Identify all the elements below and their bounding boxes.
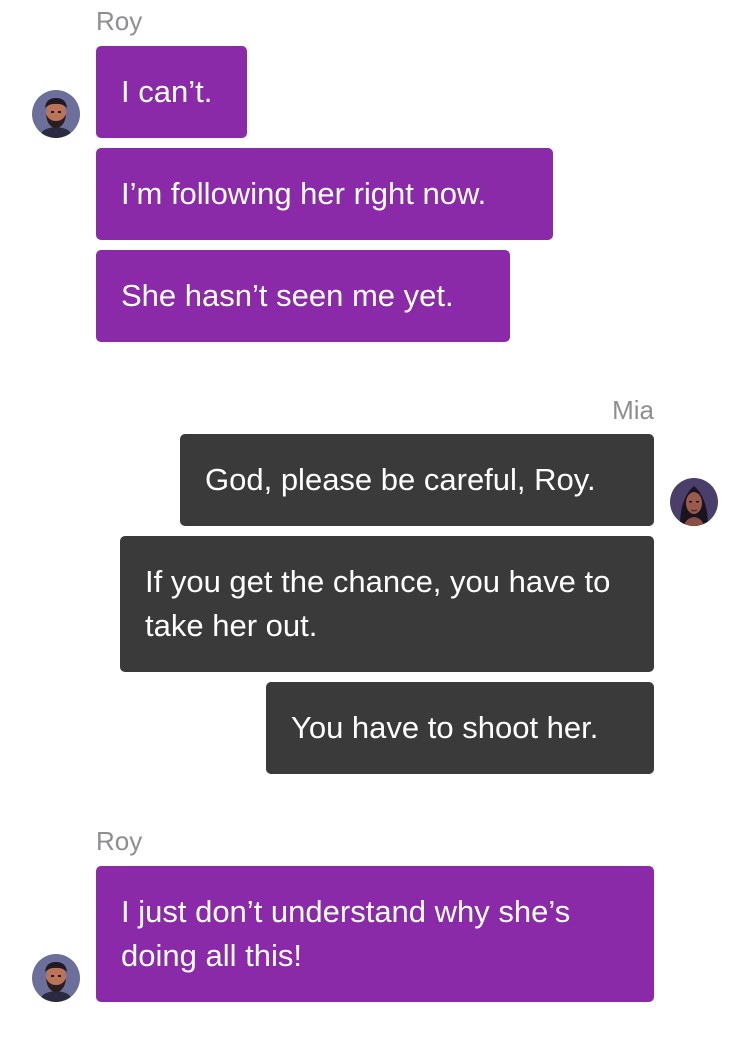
roy-avatar-icon[interactable] <box>32 954 80 1002</box>
message-bubble[interactable]: I can’t. <box>96 46 247 138</box>
message-bubble[interactable]: If you get the chance, you have to take … <box>120 536 654 672</box>
sender-name-roy: Roy <box>96 6 143 36</box>
message-bubble[interactable]: She hasn’t seen me yet. <box>96 250 510 342</box>
message-bubble[interactable]: I just don’t understand why she’s doing … <box>96 866 654 1002</box>
roy-avatar-icon[interactable] <box>32 90 80 138</box>
sender-name-mia: Mia <box>612 395 654 425</box>
message-bubble[interactable]: You have to shoot her. <box>266 682 654 774</box>
message-bubble[interactable]: God, please be careful, Roy. <box>180 434 654 526</box>
sender-name-roy: Roy <box>96 826 143 856</box>
message-bubble[interactable]: I’m following her right now. <box>96 148 553 240</box>
mia-avatar-icon[interactable] <box>670 478 718 526</box>
